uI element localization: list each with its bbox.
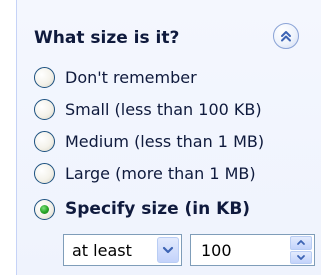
search-size-panel: What size is it? Don't remember Small (l… [16, 0, 321, 275]
chevron-down-icon [297, 254, 305, 260]
option-label: Specify size (in KB) [65, 199, 251, 219]
option-label: Medium (less than 1 MB) [65, 131, 265, 151]
option-large[interactable]: Large (more than 1 MB) [34, 159, 256, 187]
radio-medium[interactable] [34, 130, 55, 152]
option-small[interactable]: Small (less than 100 KB) [34, 95, 262, 123]
size-comparison-select[interactable]: at least [63, 234, 182, 266]
decrement-button[interactable] [290, 250, 312, 264]
option-label: Small (less than 100 KB) [65, 99, 262, 119]
collapse-section-button[interactable] [273, 23, 299, 49]
dropdown-button[interactable] [157, 237, 179, 263]
size-value-spinner[interactable] [190, 234, 315, 266]
option-label: Don't remember [65, 67, 197, 87]
size-value-input[interactable] [191, 236, 290, 264]
option-specify-size[interactable]: Specify size (in KB) [34, 195, 250, 223]
size-comparison-value: at least [72, 240, 132, 260]
section-title: What size is it? [34, 28, 180, 48]
option-dont-remember[interactable]: Don't remember [34, 63, 197, 91]
radio-small[interactable] [34, 98, 55, 120]
spinner-buttons [290, 236, 312, 264]
chevron-up-icon [297, 240, 305, 246]
chevron-down-icon [162, 246, 174, 254]
radio-specify-size[interactable] [34, 198, 55, 220]
radio-dont-remember[interactable] [34, 66, 55, 88]
option-medium[interactable]: Medium (less than 1 MB) [34, 127, 264, 155]
radio-large[interactable] [34, 162, 55, 184]
chevron-double-up-icon [281, 31, 291, 42]
option-label: Large (more than 1 MB) [65, 163, 256, 183]
increment-button[interactable] [290, 236, 312, 250]
